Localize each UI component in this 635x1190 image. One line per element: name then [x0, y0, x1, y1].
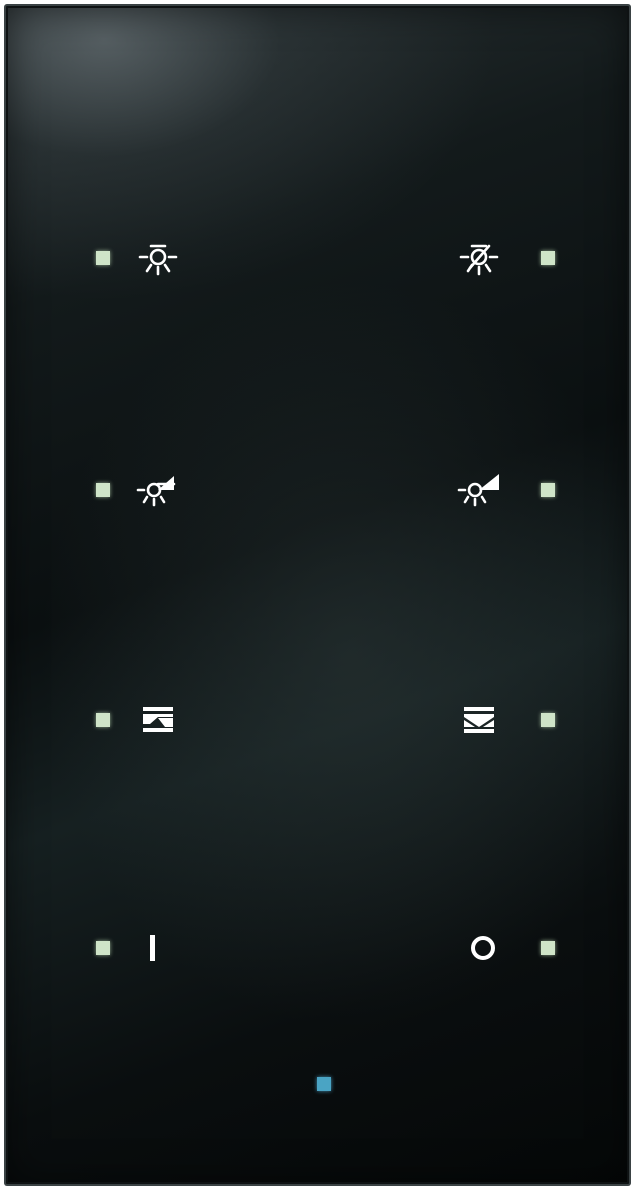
- dim-down-icon[interactable]: [453, 468, 505, 508]
- on-icon[interactable]: [126, 928, 178, 968]
- blind-up-icon[interactable]: [132, 700, 184, 740]
- status-led-row3-right: [541, 713, 555, 727]
- status-led-row4-right: [541, 941, 555, 955]
- off-icon[interactable]: [457, 928, 509, 968]
- status-led-row1-left: [96, 251, 110, 265]
- dim-up-icon[interactable]: [132, 468, 184, 508]
- status-led-row2-left: [96, 483, 110, 497]
- status-led-row3-left: [96, 713, 110, 727]
- light-off-icon[interactable]: [453, 240, 505, 280]
- status-led-row1-right: [541, 251, 555, 265]
- blind-down-icon[interactable]: [453, 700, 505, 740]
- light-on-icon[interactable]: [132, 240, 184, 280]
- status-led-row2-right: [541, 483, 555, 497]
- status-led-row4-left: [96, 941, 110, 955]
- touch-panel: [4, 4, 631, 1186]
- status-led-icon: [317, 1077, 331, 1091]
